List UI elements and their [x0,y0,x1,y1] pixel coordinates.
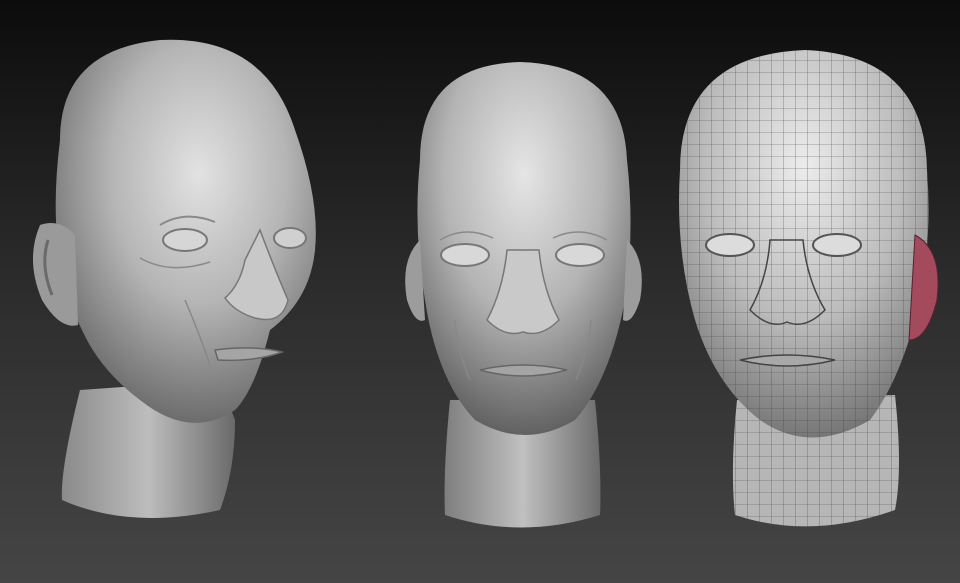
ear [32,222,78,326]
eye-left [162,228,208,252]
sculpt-viewport[interactable] [0,0,960,583]
wireframe-overlay [679,50,929,527]
head-model-three-quarter[interactable] [20,0,340,583]
eye-right [273,227,307,249]
head-model-front[interactable] [395,0,655,583]
eye-left [440,243,490,267]
head-model-wireframe[interactable] [675,0,945,583]
mouth [214,347,285,362]
eye-left [705,233,755,257]
eye-right [812,233,862,257]
eye-right [555,243,605,267]
